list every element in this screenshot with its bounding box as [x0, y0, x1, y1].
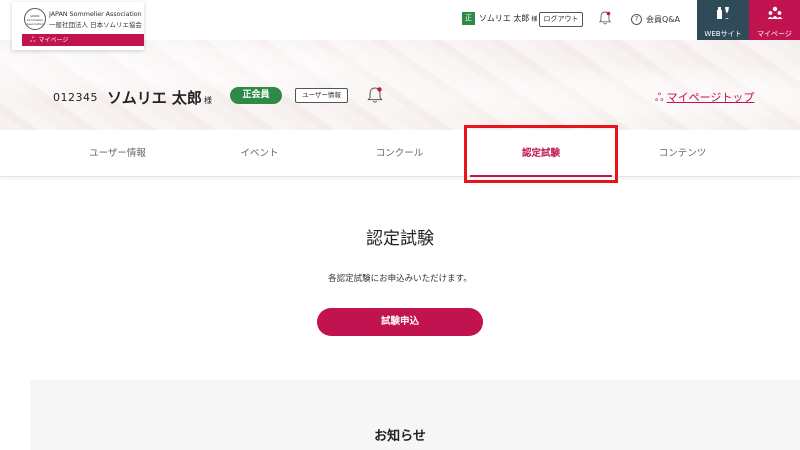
header-user-name: ソムリエ 太郎様 — [479, 13, 537, 24]
logo-english-name: JAPAN Sommelier Association — [49, 10, 142, 18]
tab-contents[interactable]: コンテンツ — [605, 130, 760, 177]
header-user-name-text: ソムリエ 太郎 — [479, 14, 530, 23]
member-name-text: ソムリエ 太郎 — [107, 89, 202, 107]
logo-mypage-bar[interactable]: ஃ マイページ — [22, 34, 144, 46]
notice-title: お知らせ — [374, 429, 426, 444]
section-title: 認定試験 — [366, 229, 434, 249]
mypage-top-label: マイページトップ — [666, 91, 755, 104]
jsa-emblem-icon: JAPAN Sommelier Association — [24, 8, 46, 30]
mypage-button[interactable]: マイページ — [749, 0, 800, 40]
help-icon[interactable]: ? — [631, 14, 642, 25]
membership-badge: 正会員 — [230, 87, 282, 104]
member-type-badge: 正 — [462, 12, 475, 25]
section-description: 各認定試験にお申込みいただけます。 — [328, 274, 472, 284]
logo-mypage-label: マイページ — [38, 37, 69, 44]
header-honorific: 様 — [531, 16, 538, 23]
hero-overlay — [0, 40, 800, 130]
website-button[interactable]: WEBサイト — [697, 0, 749, 40]
member-name: ソムリエ 太郎様 — [107, 87, 212, 108]
website-button-label: WEBサイト — [704, 30, 742, 38]
hero-bell-icon[interactable] — [366, 85, 384, 105]
top-header: JAPAN Sommelier Association JAPAN Sommel… — [0, 0, 800, 50]
member-honorific: 様 — [203, 96, 212, 105]
wine-bottle-icon — [697, 6, 749, 24]
tab-user-info[interactable]: ユーザー情報 — [40, 130, 195, 177]
people-icon: ஃ — [30, 36, 36, 44]
member-number: 012345 — [53, 91, 98, 104]
people-icon: ஃ — [655, 91, 664, 104]
notification-bell-icon[interactable] — [598, 10, 612, 26]
exam-apply-button[interactable]: 試験申込 — [317, 308, 483, 336]
member-qa-link[interactable]: 会員Q&A — [646, 14, 680, 25]
tab-events[interactable]: イベント — [182, 130, 337, 177]
logo-japanese-name: 一般社団法人 日本ソムリエ協会 — [49, 21, 142, 29]
emblem-text: JAPAN Sommelier Association — [26, 14, 44, 26]
profile-hero: 012345 ソムリエ 太郎様 正会員 ユーザー情報 ஃ マイページトップ — [0, 40, 800, 130]
people-group-icon — [749, 6, 800, 24]
mypage-top-link[interactable]: ஃ マイページトップ — [655, 89, 754, 106]
user-info-button[interactable]: ユーザー情報 — [295, 88, 348, 103]
site-logo[interactable]: JAPAN Sommelier Association JAPAN Sommel… — [12, 2, 144, 50]
highlight-annotation — [464, 125, 618, 183]
mypage-button-label: マイページ — [757, 30, 792, 38]
tab-competitions[interactable]: コンクール — [322, 130, 477, 177]
tab-bar: ユーザー情報 イベント コンクール 認定試験 コンテンツ — [0, 130, 800, 177]
logout-button[interactable]: ログアウト — [539, 12, 583, 27]
